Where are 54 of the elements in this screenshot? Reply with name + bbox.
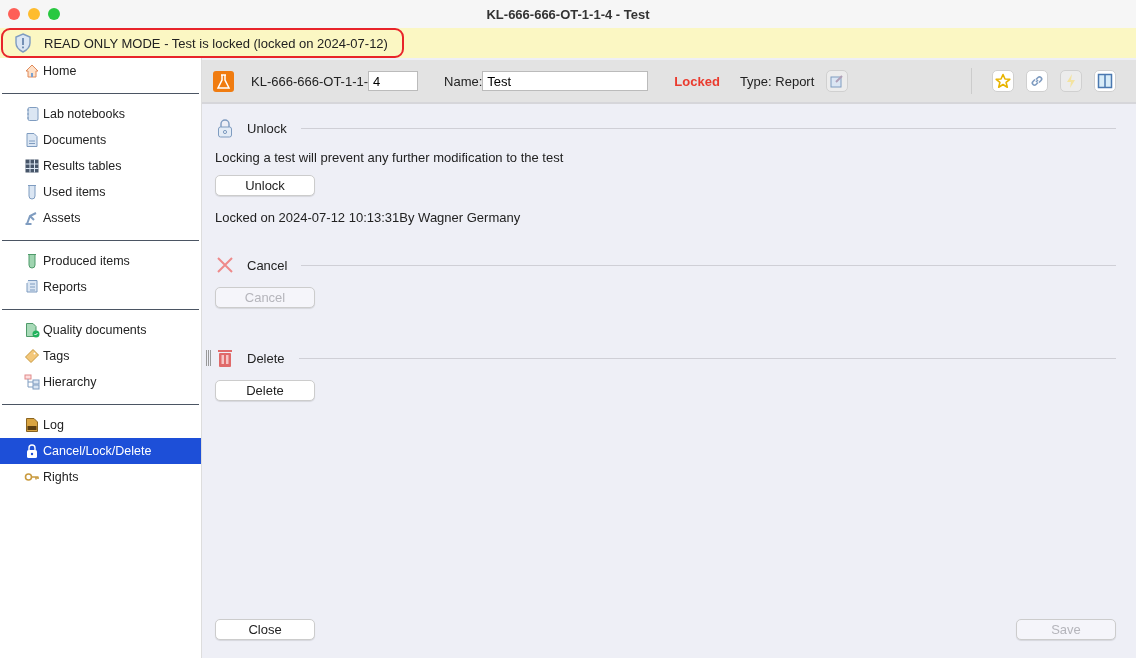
notebook-icon: [24, 106, 40, 122]
window-title: KL-666-666-OT-1-1-4 - Test: [486, 6, 650, 22]
name-label: Name:: [444, 73, 483, 89]
sidebar-item[interactable]: Rights: [0, 464, 201, 490]
code-suffix-field[interactable]: 4: [368, 71, 419, 91]
tag-icon: [24, 348, 40, 364]
name-field[interactable]: Test: [482, 71, 649, 91]
unlock-button[interactable]: Unlock: [215, 175, 315, 196]
section-title: Delete: [247, 350, 285, 366]
sidebar-item[interactable]: Produced items: [0, 248, 201, 274]
type-label: Type: Report: [739, 73, 815, 89]
sidebar-item[interactable]: Used items: [0, 179, 201, 205]
home-icon: [24, 63, 40, 79]
star-button[interactable]: [992, 70, 1014, 92]
close-window-button[interactable]: [8, 8, 20, 20]
banner-text: READ ONLY MODE - Test is locked (locked on 2024-07-12): [44, 35, 388, 51]
sidebar-item[interactable]: Lab notebooks: [0, 101, 201, 127]
link-button[interactable]: [1026, 70, 1048, 92]
lock-info-text: Locked on 2024-07-12 10:13:31By Wagner Germany: [215, 210, 522, 225]
cross-icon: [215, 255, 235, 275]
sidebar-item[interactable]: Hierarchy: [0, 369, 201, 395]
hierarchy-icon: [24, 374, 40, 390]
report-icon: [24, 279, 40, 295]
pencil-icon: [830, 74, 845, 88]
table-icon: [24, 158, 40, 174]
panel-button[interactable]: [1094, 70, 1116, 92]
sidebar-item[interactable]: Log: [0, 412, 201, 438]
padlock-icon: [215, 118, 235, 138]
sidebar-item[interactable]: Reports: [0, 274, 201, 300]
lock-icon: [24, 443, 40, 459]
sidebar-item[interactable]: Documents: [0, 127, 201, 153]
panel-icon: [1097, 73, 1113, 89]
sidebar-item[interactable]: Results tables: [0, 153, 201, 179]
section-description: Locking a test will prevent any further modification to the test: [215, 150, 565, 165]
sidebar-item[interactable]: Tags: [0, 343, 201, 369]
sidebar-item[interactable]: Quality documents: [0, 317, 201, 343]
document-icon: [24, 132, 40, 148]
zoom-window-button[interactable]: [48, 8, 60, 20]
delete-button[interactable]: Delete: [215, 380, 315, 401]
code-prefix: KL-666-666-OT-1-1-: [251, 73, 369, 89]
shield-icon: [14, 33, 32, 53]
star-icon: [995, 73, 1011, 89]
grip-handle-icon[interactable]: [206, 350, 211, 366]
section-title: Unlock: [247, 120, 287, 136]
sidebar-item[interactable]: Cancel/Lock/Delete: [0, 438, 201, 464]
status-label: Locked: [674, 73, 720, 89]
minimize-window-button[interactable]: [28, 8, 40, 20]
sidebar-item[interactable]: Assets: [0, 205, 201, 231]
sidebar-item[interactable]: Home: [0, 58, 201, 84]
section-title: Cancel: [247, 257, 288, 273]
flask-icon: [213, 70, 234, 92]
trash-icon: [215, 348, 235, 368]
close-button[interactable]: Close: [215, 619, 315, 640]
link-icon: [1029, 73, 1045, 89]
